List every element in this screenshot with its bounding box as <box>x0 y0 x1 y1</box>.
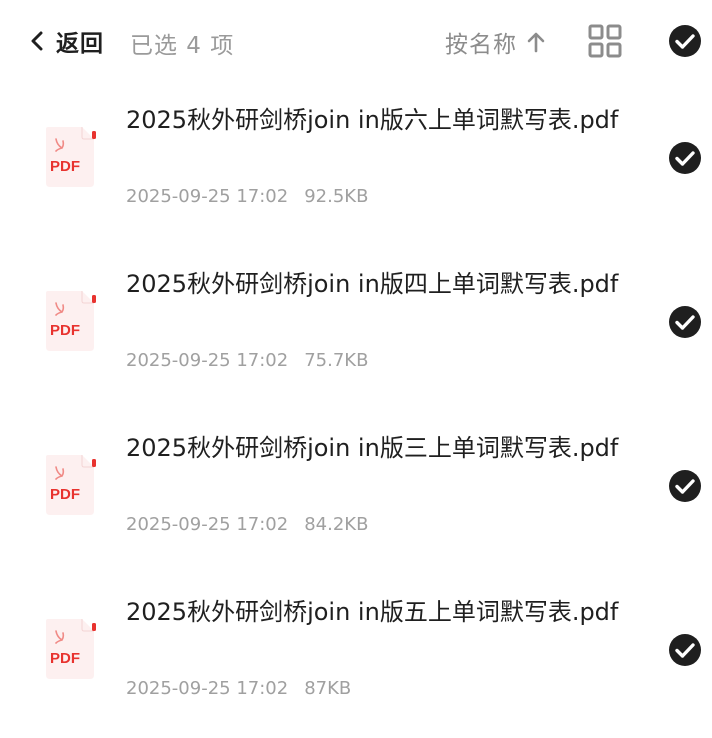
file-meta: 2025-09-25 17:02 75.7KB <box>126 350 368 371</box>
file-name: 2025秋外研剑桥join in版三上单词默写表.pdf <box>126 434 619 462</box>
back-button[interactable]: 返回 <box>26 22 104 60</box>
file-name: 2025秋外研剑桥join in版六上单词默写表.pdf <box>126 106 619 134</box>
file-size: 84.2KB <box>304 514 369 535</box>
sort-label: 按名称 <box>445 32 517 58</box>
file-row[interactable]: PDF 2025秋外研剑桥join in版五上单词默写表.pdf 2025-09… <box>0 574 712 738</box>
file-name: 2025秋外研剑桥join in版五上单词默写表.pdf <box>126 598 619 626</box>
file-size: 92.5KB <box>304 186 369 207</box>
row-check-icon[interactable] <box>668 305 702 339</box>
file-meta: 2025-09-25 17:02 87KB <box>126 678 351 699</box>
file-date: 2025-09-25 17:02 <box>126 514 289 535</box>
file-row[interactable]: PDF 2025秋外研剑桥join in版三上单词默写表.pdf 2025-09… <box>0 410 712 574</box>
selected-count: 已选 4 项 <box>130 33 235 59</box>
pdf-file-icon: PDF <box>42 125 98 189</box>
back-label: 返回 <box>56 31 104 57</box>
file-meta: 2025-09-25 17:02 84.2KB <box>126 514 368 535</box>
select-all-check-icon[interactable] <box>668 24 702 58</box>
pdf-file-icon: PDF <box>42 453 98 517</box>
file-meta: 2025-09-25 17:02 92.5KB <box>126 186 368 207</box>
file-list: PDF 2025秋外研剑桥join in版六上单词默写表.pdf 2025-09… <box>0 82 712 738</box>
svg-text:PDF: PDF <box>50 322 80 339</box>
arrow-up-icon <box>525 31 547 53</box>
top-bar: 返回 已选 4 项 按名称 <box>0 0 712 82</box>
grid-view-icon[interactable] <box>588 24 622 58</box>
pdf-file-icon: PDF <box>42 289 98 353</box>
row-check-icon[interactable] <box>668 469 702 503</box>
chevron-left-icon <box>26 30 48 52</box>
file-row[interactable]: PDF 2025秋外研剑桥join in版六上单词默写表.pdf 2025-09… <box>0 82 712 246</box>
file-size: 87KB <box>304 678 352 699</box>
file-date: 2025-09-25 17:02 <box>126 350 289 371</box>
svg-text:PDF: PDF <box>50 650 80 667</box>
file-size: 75.7KB <box>304 350 369 371</box>
file-name: 2025秋外研剑桥join in版四上单词默写表.pdf <box>126 270 619 298</box>
row-check-icon[interactable] <box>668 633 702 667</box>
svg-text:PDF: PDF <box>50 486 80 503</box>
pdf-file-icon: PDF <box>42 617 98 681</box>
svg-text:PDF: PDF <box>50 158 80 175</box>
sort-by-name-button[interactable]: 按名称 <box>445 24 547 60</box>
row-check-icon[interactable] <box>668 141 702 175</box>
file-date: 2025-09-25 17:02 <box>126 186 289 207</box>
file-date: 2025-09-25 17:02 <box>126 678 289 699</box>
file-row[interactable]: PDF 2025秋外研剑桥join in版四上单词默写表.pdf 2025-09… <box>0 246 712 410</box>
